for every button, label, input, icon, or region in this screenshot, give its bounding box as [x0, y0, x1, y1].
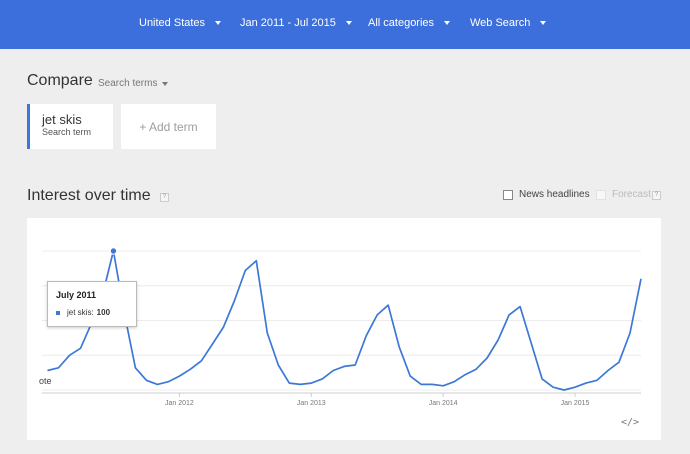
chevron-down-icon [162, 81, 169, 86]
search-term-name: jet skis [42, 112, 82, 127]
filter-search-type-label: Web Search [470, 17, 531, 29]
filter-date-range-label: Jan 2011 - Jul 2015 [240, 17, 336, 29]
chart-note-label: ote [39, 376, 52, 386]
forecast-checkbox [596, 189, 606, 200]
search-term-card[interactable]: jet skis Search term [27, 104, 113, 149]
chevron-down-icon [540, 21, 547, 25]
filter-date-range[interactable]: Jan 2011 - Jul 2015 [240, 17, 352, 29]
top-filter-bar: United States Jan 2011 - Jul 2015 All ca… [0, 0, 690, 49]
tooltip-row: jet skis: 100 [56, 308, 136, 317]
forecast-toggle: Forecast [596, 189, 651, 200]
forecast-help-icon[interactable]: ? [652, 191, 661, 200]
chevron-down-icon [444, 21, 451, 25]
forecast-label: Forecast [612, 189, 651, 200]
news-headlines-checkbox[interactable] [503, 189, 513, 200]
search-term-subtitle: Search term [42, 127, 92, 137]
highlighted-data-point [109, 247, 118, 255]
filter-region[interactable]: United States [139, 17, 222, 29]
tooltip-value: 100 [96, 308, 111, 317]
add-term-button[interactable]: + Add term [121, 104, 216, 149]
tooltip-date: July 2011 [56, 290, 97, 300]
filter-search-type[interactable]: Web Search [470, 17, 547, 29]
compare-type-dropdown[interactable]: Search terms [98, 78, 169, 89]
interest-line-chart[interactable]: ote Jan 2012 Jan 2013 Jan 2014 Jan 2015 [27, 218, 661, 440]
compare-type-label: Search terms [98, 78, 158, 89]
filter-category-label: All categories [368, 17, 435, 29]
filter-category[interactable]: All categories [368, 17, 451, 29]
x-tick-label: Jan 2013 [297, 400, 326, 407]
series-swatch [56, 310, 60, 315]
x-tick-label: Jan 2015 [561, 400, 590, 407]
chevron-down-icon [215, 21, 222, 25]
interest-over-time-heading: Interest over time [27, 187, 151, 204]
tooltip-series-label: jet skis: [67, 308, 94, 317]
chevron-down-icon [345, 21, 352, 25]
filter-region-label: United States [139, 17, 206, 29]
news-headlines-toggle[interactable]: News headlines [503, 189, 590, 200]
interest-chart-panel: ote Jan 2012 Jan 2013 Jan 2014 Jan 2015 July… [27, 218, 661, 440]
chart-tooltip: July 2011 jet skis: 100 [47, 281, 137, 327]
help-icon[interactable]: ? [160, 193, 169, 202]
x-tick-label: Jan 2014 [429, 400, 458, 407]
embed-code-icon[interactable]: </> [621, 417, 639, 428]
compare-heading: Compare [27, 72, 93, 89]
x-tick-label: Jan 2012 [165, 400, 194, 407]
news-headlines-label: News headlines [519, 189, 590, 200]
